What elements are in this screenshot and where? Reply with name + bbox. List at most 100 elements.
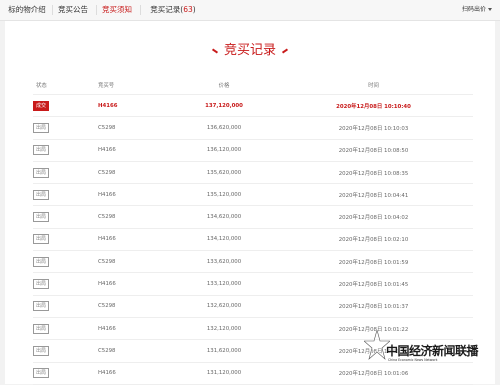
cell-status: 出局: [33, 139, 98, 162]
cell-status: 出局: [33, 116, 98, 140]
cell-time: 2020年12月08日 10:08:50: [274, 139, 473, 162]
tab-bar: 标的物介绍 竞买公告 竞买须知 竞买记录(63) 扫码出价: [0, 0, 500, 21]
cell-time: 2020年12月08日 10:01:22: [274, 317, 473, 341]
cell-bid-number: H4166: [98, 272, 174, 296]
status-badge: 出局: [33, 122, 50, 133]
status-badge: 成交: [33, 100, 50, 111]
cell-bid-number: C5298: [98, 339, 174, 363]
bid-records-table: 状态 竞买号 价格 时间 成交 H4166 137,120,000 2020年12月0…: [33, 76, 473, 385]
scan-bid-label: 扫码出价: [461, 6, 486, 13]
table-row: 出局 H4166 133,120,000 2020年12月08日 10:01:45: [33, 272, 473, 296]
cell-time: 2020年12月08日 10:01:45: [274, 272, 473, 296]
table-row: 出局 C5298 134,620,000 2020年12月08日 10:04:02: [33, 205, 473, 229]
cell-price: 133,120,000: [174, 272, 274, 296]
cell-bid-number: H4166: [98, 362, 174, 385]
table-row: 出局 H4166 134,120,000 2020年12月08日 10:02:10: [33, 228, 473, 252]
table-row: 出局 C5298 132,620,000 2020年12月08日 10:01:37: [33, 295, 473, 318]
status-badge: 出局: [33, 189, 50, 200]
cell-bid-number: H4166: [98, 228, 174, 252]
cell-price: 137,120,000: [174, 94, 274, 118]
cell-status: 出局: [33, 161, 98, 185]
status-badge: 出局: [33, 256, 50, 267]
scan-bid-button[interactable]: 扫码出价: [462, 0, 492, 20]
cell-price: 136,120,000: [174, 139, 274, 162]
cell-time: 2020年12月08日 10:08:35: [274, 161, 473, 185]
cell-bid-number: H4166: [98, 94, 174, 118]
cell-bid-number: H4166: [98, 183, 174, 207]
cell-bid-number: H4166: [98, 139, 174, 162]
cell-bid-number: C5298: [98, 250, 174, 274]
cell-status: 出局: [33, 362, 98, 385]
header-bid-number: 竞买号: [98, 76, 174, 95]
cell-status: 出局: [33, 250, 98, 274]
cell-time: 2020年12月08日 10:10:40: [274, 94, 473, 118]
status-badge: 出局: [33, 345, 50, 356]
table-body: 成交 H4166 137,120,000 2020年12月08日 10:10:40 出局…: [33, 94, 473, 385]
status-badge: 出局: [33, 212, 50, 223]
status-badge: 出局: [33, 234, 50, 245]
cell-status: 出局: [33, 317, 98, 341]
cell-status: 成交: [33, 94, 98, 118]
cell-status: 出局: [33, 295, 98, 318]
tab-divider: [140, 5, 141, 15]
table-row: 出局 C5298 136,620,000 2020年12月08日 10:10:03: [33, 116, 473, 140]
tab-item-intro[interactable]: 标的物介绍: [6, 0, 48, 20]
records-panel: 竞买记录 状态 竞买号 价格 时间 成交 H4166 137,120,000 2020…: [5, 21, 495, 385]
title-text: 竞买记录: [223, 43, 276, 58]
table-row: 出局 H4166 136,120,000 2020年12月08日 10:08:50: [33, 139, 473, 162]
tab-records[interactable]: 竞买记录(63): [145, 0, 201, 20]
cell-status: 出局: [33, 228, 98, 252]
header-price: 价格: [174, 76, 274, 95]
title-ornament-right-icon: [281, 47, 289, 54]
cell-time: 2020年12月08日 10:01:06: [274, 362, 473, 385]
cell-price: 131,620,000: [174, 339, 274, 363]
table-row: 出局 C5298 133,620,000 2020年12月08日 10:01:59: [33, 250, 473, 274]
caret-down-icon: [488, 8, 492, 11]
status-badge: 出局: [33, 167, 50, 178]
table-row: 成交 H4166 137,120,000 2020年12月08日 10:10:40: [33, 94, 473, 118]
tab-announcement[interactable]: 竞买公告: [56, 0, 90, 20]
cell-bid-number: H4166: [98, 317, 174, 341]
tab-records-count: 63: [183, 5, 193, 14]
cell-bid-number: C5298: [98, 205, 174, 229]
cell-time: 2020年12月08日 10:02:10: [274, 228, 473, 252]
cell-price: 131,120,000: [174, 362, 274, 385]
section-title: 竞买记录: [5, 43, 495, 59]
status-badge: 出局: [33, 368, 50, 379]
cell-bid-number: C5298: [98, 161, 174, 185]
cell-price: 133,620,000: [174, 250, 274, 274]
title-ornament-left-icon: [211, 47, 219, 54]
cell-time: 2020年12月08日 10:01:59: [274, 250, 473, 274]
table-row: 出局 H4166 135,120,000 2020年12月08日 10:04:41: [33, 183, 473, 207]
tab-notice[interactable]: 竞买须知: [100, 0, 134, 20]
header-status: 状态: [33, 76, 98, 95]
table-row: 出局 C5298 135,620,000 2020年12月08日 10:08:35: [33, 161, 473, 185]
cell-status: 出局: [33, 339, 98, 363]
cell-price: 132,120,000: [174, 317, 274, 341]
cell-price: 132,620,000: [174, 295, 274, 318]
cell-time: 2020年12月08日 10:01:37: [274, 295, 473, 318]
cell-price: 134,620,000: [174, 205, 274, 229]
cell-price: 134,120,000: [174, 228, 274, 252]
cell-status: 出局: [33, 183, 98, 207]
table-row: 出局 H4166 131,120,000 2020年12月08日 10:01:06: [33, 362, 473, 385]
cell-bid-number: C5298: [98, 116, 174, 140]
status-badge: 出局: [33, 279, 50, 290]
status-badge: 出局: [33, 301, 50, 312]
cell-time: 2020年12月08日 10:04:02: [274, 205, 473, 229]
table-header-row: 状态 竞买号 价格 时间: [33, 76, 473, 95]
table-row: 出局 H4166 132,120,000 2020年12月08日 10:01:22: [33, 317, 473, 341]
cell-price: 135,620,000: [174, 161, 274, 185]
cell-time: 2020年12月08日 10:01:15: [274, 339, 473, 363]
cell-status: 出局: [33, 272, 98, 296]
tab-count-close: ): [192, 5, 196, 14]
tab-divider: [52, 5, 53, 15]
cell-price: 136,620,000: [174, 116, 274, 140]
cell-time: 2020年12月08日 10:10:03: [274, 116, 473, 140]
cell-time: 2020年12月08日 10:04:41: [274, 183, 473, 207]
cell-price: 135,120,000: [174, 183, 274, 207]
tab-records-label: 竞买记录: [150, 5, 181, 14]
header-time: 时间: [274, 76, 473, 95]
status-badge: 出局: [33, 323, 50, 334]
tab-divider: [96, 5, 97, 15]
